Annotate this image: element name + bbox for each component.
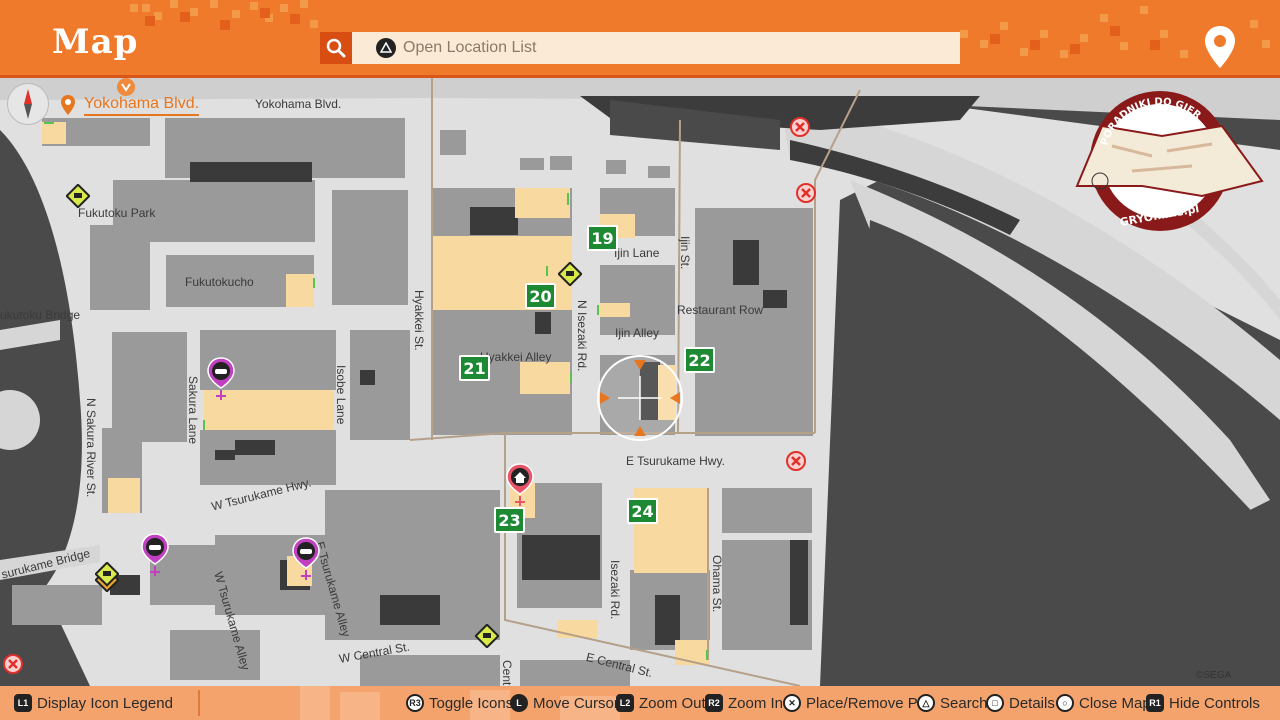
search-placeholder: Open Location List — [403, 39, 537, 56]
control-label: Display Icon Legend — [37, 694, 173, 712]
label-ijin-lane: Ijin Lane — [614, 246, 660, 260]
label-isezaki-rd: Isezaki Rd. — [608, 560, 622, 620]
divider — [198, 690, 200, 716]
no-entry-icon — [796, 183, 816, 203]
control-label: Toggle Icons — [429, 694, 514, 712]
move-cursor-control[interactable]: L Move Cursor — [510, 686, 619, 720]
control-label: Close Map — [1079, 694, 1151, 712]
hide-controls-control[interactable]: R1 Hide Controls — [1146, 686, 1260, 720]
circle-button-icon: ○ — [1056, 694, 1074, 712]
compass-icon — [7, 83, 49, 125]
street-label-yokohama-blvd: Yokohama Blvd. — [255, 97, 342, 111]
location-marker-22[interactable]: 22 — [684, 347, 715, 373]
search-control[interactable]: △ Search — [917, 686, 988, 720]
label-n-isezaki-rd: N Isezaki Rd. — [575, 300, 589, 372]
chat-icon[interactable] — [66, 184, 90, 208]
triangle-button-icon: △ — [917, 694, 935, 712]
map-pin-icon[interactable] — [1202, 24, 1238, 70]
close-map-control[interactable]: ○ Close Map — [1056, 686, 1151, 720]
no-entry-icon — [786, 451, 806, 471]
current-location: Yokohama Blvd. — [60, 94, 200, 116]
label-ijin-st: Ijin St. — [678, 236, 692, 270]
gamepad-icon[interactable] — [140, 532, 170, 578]
location-marker-21[interactable]: 21 — [459, 355, 490, 381]
zoom-in-control[interactable]: R2 Zoom In — [705, 686, 783, 720]
control-label: Move Cursor — [533, 694, 619, 712]
l2-button-icon: L2 — [616, 694, 634, 712]
label-central-partial: Centr — [500, 660, 514, 690]
gryonline-watermark: PORADNIKI DO GIER GRYOnline.pl — [1075, 91, 1264, 231]
search-icon — [326, 38, 346, 58]
triangle-button-icon — [376, 38, 396, 58]
current-location-name: Yokohama Blvd. — [84, 95, 200, 116]
page-title: Map — [52, 22, 139, 62]
no-entry-icon — [790, 117, 810, 137]
home-icon[interactable] — [505, 462, 535, 508]
control-label: Zoom Out — [639, 694, 706, 712]
control-label: Hide Controls — [1169, 694, 1260, 712]
label-ijin-alley: Ijin Alley — [615, 326, 660, 340]
search-button[interactable] — [320, 32, 352, 64]
map-pin-icon — [61, 95, 75, 115]
control-label: Zoom In — [728, 694, 784, 712]
label-ohama-st: Ohama St. — [710, 555, 724, 613]
square-button-icon: □ — [986, 694, 1004, 712]
location-marker-19[interactable]: 19 — [587, 225, 618, 251]
r2-button-icon: R2 — [705, 694, 723, 712]
label-restaurant-row: Restaurant Row — [677, 303, 764, 317]
no-entry-icon — [3, 654, 23, 674]
location-marker-20[interactable]: 20 — [525, 283, 556, 309]
header-bar: Map Open Location List — [0, 0, 1280, 78]
gamepad-icon[interactable] — [206, 356, 236, 402]
copyright-text: ©SEGA — [1196, 670, 1232, 681]
display-icon-legend-control[interactable]: L1 Display Icon Legend — [14, 686, 173, 720]
details-control[interactable]: □ Details — [986, 686, 1055, 720]
label-fukutoku-park: Fukutoku Park — [78, 206, 156, 220]
cursor-reticle-icon[interactable] — [594, 352, 686, 444]
control-label: Details — [1009, 694, 1055, 712]
label-fukutoku-bridge: ukutoku Bridge — [0, 308, 81, 322]
place-remove-pin-control[interactable]: ✕ Place/Remove Pin — [783, 686, 929, 720]
r3-button-icon: R3 — [406, 694, 424, 712]
label-hyakkei-alley: Hyakkei Alley — [480, 350, 552, 364]
label-sakura-lane: Sakura Lane — [186, 376, 200, 445]
label-e-tsurukame-hwy: E Tsurukame Hwy. — [626, 454, 725, 468]
zoom-out-control[interactable]: L2 Zoom Out — [616, 686, 706, 720]
r1-button-icon: R1 — [1146, 694, 1164, 712]
control-label: Search — [940, 694, 988, 712]
label-n-sakura-river-st: N Sakura River St. — [84, 398, 98, 498]
location-marker-24[interactable]: 24 — [627, 498, 658, 524]
control-label: Place/Remove Pin — [806, 694, 930, 712]
l1-button-icon: L1 — [14, 694, 32, 712]
left-stick-icon: L — [510, 694, 528, 712]
toggle-icons-control[interactable]: R3 Toggle Icons — [406, 686, 513, 720]
chat-icon[interactable] — [95, 562, 119, 592]
controls-bar: L1 Display Icon Legend R3 Toggle Icons L Mo… — [0, 686, 1280, 720]
label-hyakkei-st: Hyakkei St. — [412, 290, 426, 351]
chat-icon[interactable] — [475, 624, 499, 648]
chat-icon[interactable] — [558, 262, 582, 286]
location-marker-23[interactable]: 23 — [494, 507, 525, 533]
label-fukutokucho: Fukutokucho — [185, 275, 254, 289]
location-list-search-field[interactable]: Open Location List — [352, 32, 960, 64]
label-isobe-lane: Isobe Lane — [334, 365, 348, 425]
gamepad-icon[interactable] — [291, 536, 321, 582]
cross-button-icon: ✕ — [783, 694, 801, 712]
